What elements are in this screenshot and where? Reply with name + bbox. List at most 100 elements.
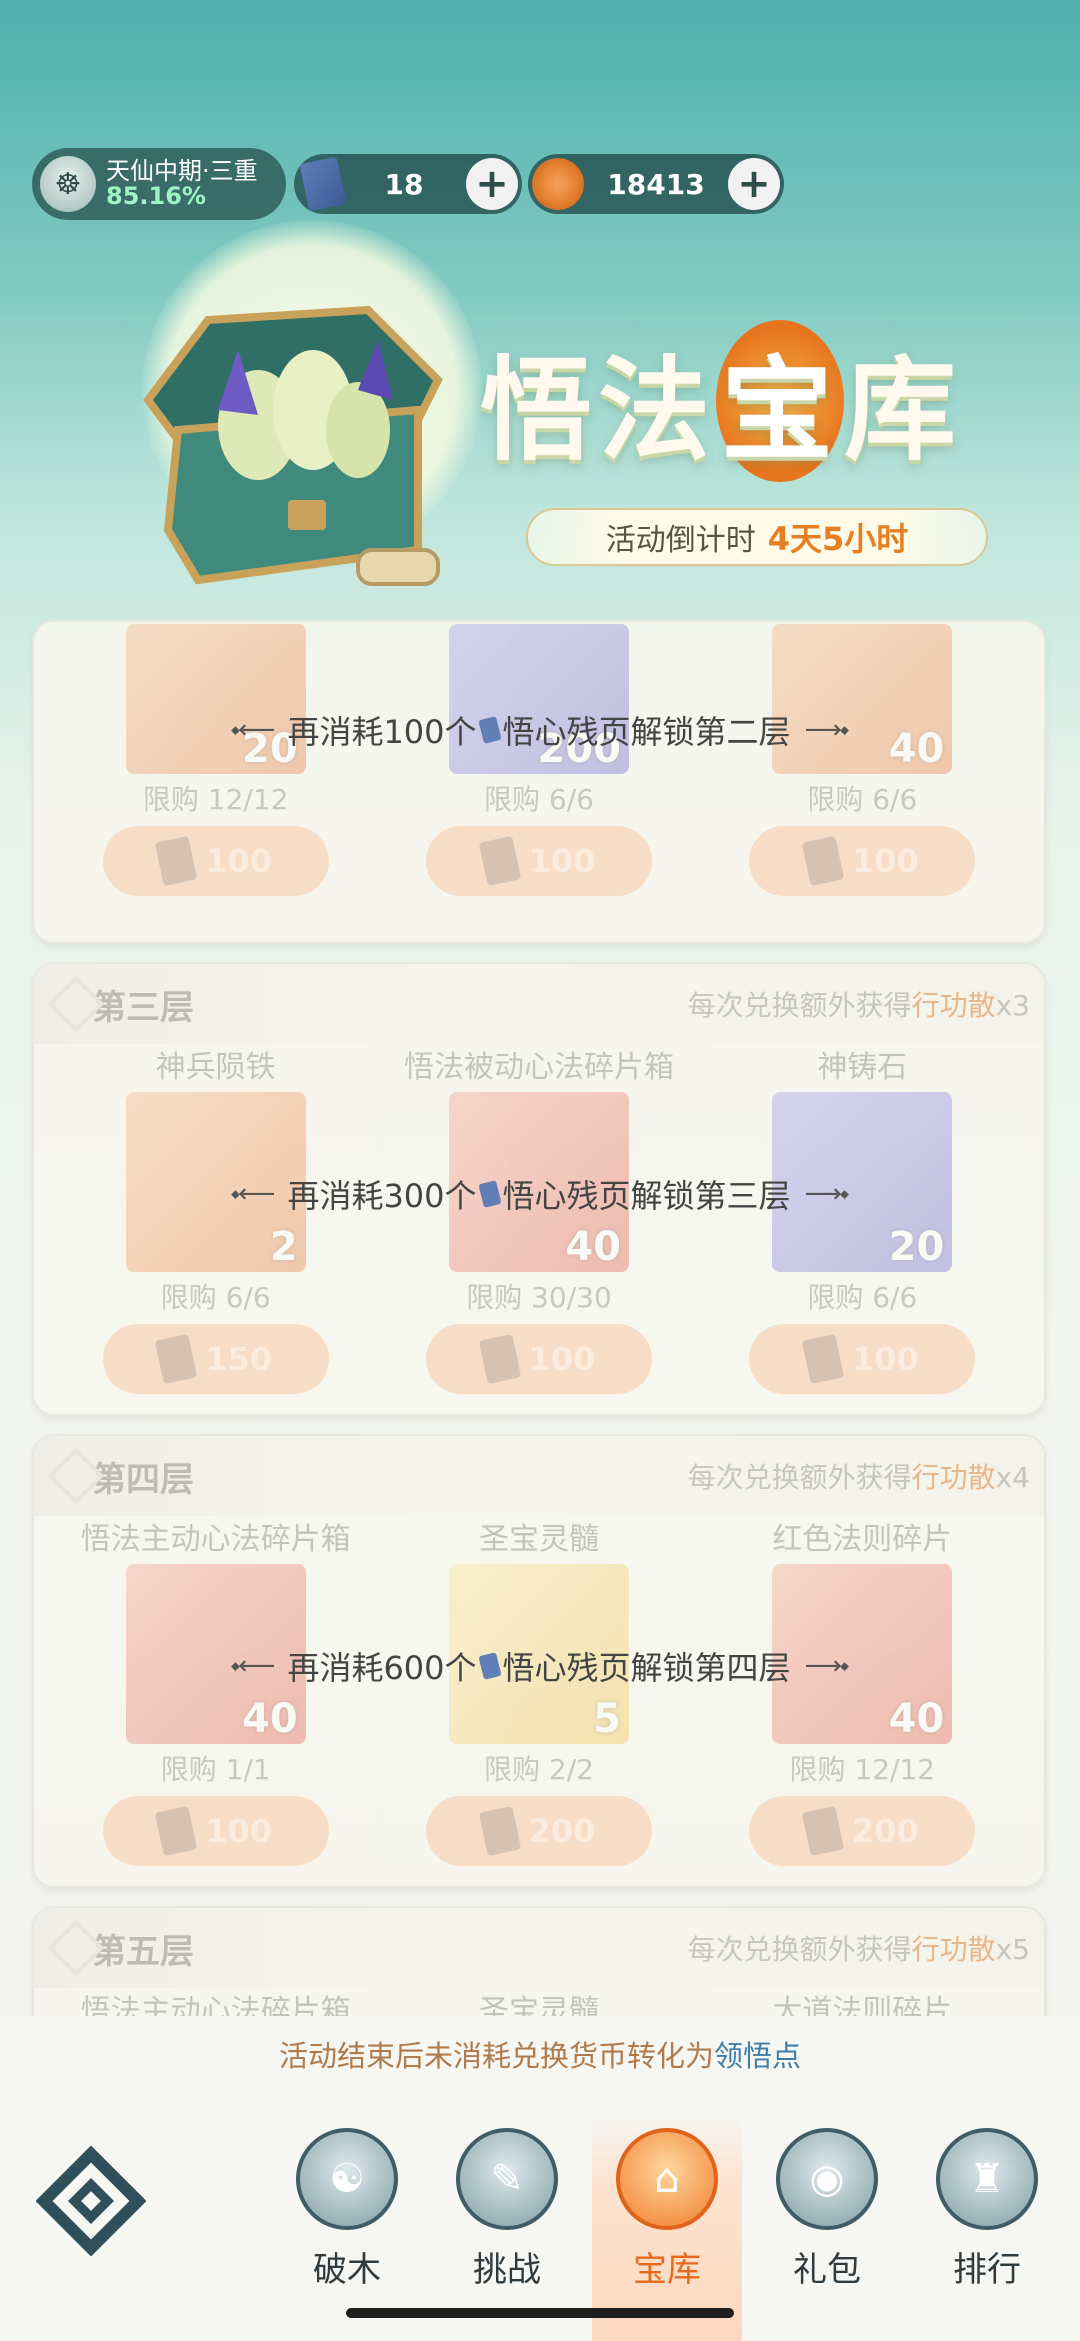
notice-highlight: 领悟点 <box>714 2039 802 2073</box>
bonus-item: 行功散 <box>911 1933 996 1966</box>
scroll-page-icon <box>477 1652 502 1680</box>
tier-card-3: 第三层 每次兑换额外获得行功散x3 神兵陨铁 2 限购 6/6 150 悟法被动… <box>32 962 1046 1416</box>
scroll-page-icon <box>155 1805 198 1857</box>
countdown-label: 活动倒计时 <box>605 523 756 558</box>
right-arrow-icon: ⟶⬩ <box>804 1650 850 1681</box>
bonus-text: 每次兑换额外获得 <box>687 1933 912 1966</box>
bonus-item: 行功散 <box>911 989 996 1022</box>
bonus-mult: x3 <box>995 989 1030 1022</box>
item-limit: 限购 12/12 <box>142 783 289 816</box>
item-count: 40 <box>241 1696 298 1742</box>
unlock-hint: ⬩⟵ 再消耗100个 悟心残页解锁第二层 ⟶⬩ <box>34 698 1044 762</box>
item-count: 20 <box>888 1224 945 1270</box>
add-jade-button[interactable]: + <box>466 158 518 210</box>
unlock-target: 悟心残页解锁第二层 <box>502 713 791 751</box>
unlock-cost: 再消耗100个 <box>287 713 477 751</box>
scroll-page-icon <box>478 1333 521 1385</box>
avatar: ☸ <box>40 156 96 212</box>
tab-label: 挑战 <box>473 2250 541 2290</box>
item-limit: 限购 6/6 <box>807 783 918 816</box>
item-name: 神兵陨铁 <box>155 1050 276 1085</box>
scroll-page-icon <box>478 1805 521 1857</box>
unlock-hint: ⬩⟵ 再消耗300个 悟心残页解锁第三层 ⟶⬩ <box>34 1162 1044 1226</box>
buy-button[interactable]: 100 <box>425 1324 652 1394</box>
warrior-icon: ☯ <box>296 2128 398 2230</box>
unlock-target: 悟心残页解锁第三层 <box>502 1177 791 1215</box>
buy-button[interactable]: 200 <box>425 1796 652 1866</box>
jade-count: 18 <box>384 167 424 201</box>
item-name: 红色法则碎片 <box>772 1522 953 1557</box>
tab-label: 宝库 <box>633 2250 701 2290</box>
treasury-icon: ⌂ <box>616 2128 718 2230</box>
buy-button[interactable]: 200 <box>749 1796 976 1866</box>
home-indicator[interactable] <box>346 2308 734 2318</box>
tier-bonus: 每次兑换额外获得行功散x3 <box>688 984 1030 1024</box>
left-arrow-icon: ⬩⟵ <box>230 1650 276 1681</box>
tab-label: 破木 <box>313 2250 381 2290</box>
item-limit: 限购 6/6 <box>160 1281 271 1314</box>
item-name: 悟法主动心法碎片箱 <box>80 1522 351 1557</box>
buy-button[interactable]: 100 <box>102 826 329 896</box>
tab-label: 礼包 <box>793 2250 861 2290</box>
right-arrow-icon: ⟶⬩ <box>804 1178 850 1209</box>
buy-price: 150 <box>205 1340 273 1378</box>
notice-text: 活动结束后未消耗兑换货币转化为 <box>278 2039 714 2073</box>
scroll-page-icon <box>155 1333 198 1385</box>
bottom-tab-bar: ☯ 破木 ✎ 挑战 ⌂ 宝库 ◉ 礼包 ♜ 排行 <box>0 2096 1080 2341</box>
event-countdown: 活动倒计时 4天5小时 <box>526 508 988 566</box>
countdown-value: 4天5小时 <box>767 520 909 558</box>
item-limit: 限购 6/6 <box>484 783 594 816</box>
buy-price: 100 <box>205 1812 273 1850</box>
scroll-icon: ✎ <box>456 2128 558 2230</box>
item-limit: 限购 12/12 <box>789 1753 936 1786</box>
coin-count: 18413 <box>607 167 705 201</box>
item-count: 5 <box>593 1696 621 1742</box>
tab-ranking[interactable]: ♜ 排行 <box>912 2116 1062 2341</box>
tier-card-4: 第四层 每次兑换额外获得行功散x4 悟法主动心法碎片箱 40 限购 1/1 10… <box>32 1434 1046 1888</box>
bonus-mult: x4 <box>995 1461 1030 1494</box>
buy-price: 100 <box>528 1340 596 1378</box>
buy-button[interactable]: 100 <box>749 826 976 896</box>
title-pre: 悟法 <box>480 345 716 476</box>
tier-bonus: 每次兑换额外获得行功散x4 <box>688 1456 1030 1496</box>
buy-price: 100 <box>528 842 596 880</box>
add-coin-button[interactable]: + <box>728 158 780 210</box>
ranking-icon: ♜ <box>936 2128 1038 2230</box>
coin-currency: 18413 + <box>528 154 784 214</box>
top-status-bar: ☸ 天仙中期·三重 85.16% 18 + 18413 + <box>32 148 1080 220</box>
item-limit: 限购 2/2 <box>484 1753 594 1786</box>
bonus-text: 每次兑换额外获得 <box>687 1461 912 1494</box>
left-arrow-icon: ⬩⟵ <box>230 714 276 745</box>
scroll-page-icon <box>801 835 845 887</box>
realm-progress: 85.16% <box>106 182 206 210</box>
buy-button[interactable]: 150 <box>102 1324 329 1394</box>
tier-bonus: 每次兑换额外获得行功散x5 <box>688 1928 1030 1968</box>
unlock-cost: 再消耗600个 <box>287 1649 477 1687</box>
spirit-coin-icon <box>532 158 584 210</box>
gift-icon: ◉ <box>776 2128 878 2230</box>
buy-button[interactable]: 100 <box>102 1796 329 1866</box>
item-name: 圣宝灵髓 <box>478 1522 599 1557</box>
buy-price: 200 <box>528 1812 596 1850</box>
unlock-hint: ⬩⟵ 再消耗600个 悟心残页解锁第四层 ⟶⬩ <box>34 1634 1044 1698</box>
item-name: 悟法被动心法碎片箱 <box>403 1050 674 1085</box>
buy-price: 100 <box>851 1340 919 1378</box>
realm-badge[interactable]: ☸ 天仙中期·三重 85.16% <box>32 148 286 220</box>
scroll-page-icon <box>801 1333 845 1385</box>
tier-name: 第三层 <box>92 987 194 1028</box>
buy-button[interactable]: 100 <box>425 826 652 896</box>
event-title: 悟法宝库 <box>480 320 962 482</box>
item-limit: 限购 6/6 <box>807 1281 918 1314</box>
scroll-page-icon <box>477 716 502 744</box>
realm-name: 天仙中期·三重 <box>106 156 258 185</box>
tab-gift[interactable]: ◉ 礼包 <box>752 2116 902 2341</box>
item-limit: 限购 1/1 <box>160 1753 271 1786</box>
treasure-chest-icon <box>143 305 443 586</box>
bonus-text: 每次兑换额外获得 <box>687 989 912 1022</box>
buy-button[interactable]: 100 <box>749 1324 976 1394</box>
scroll-page-icon <box>299 156 347 212</box>
buy-price: 100 <box>205 842 273 880</box>
game-logo-icon[interactable] <box>36 2146 146 2256</box>
scroll-page-icon <box>155 835 198 887</box>
tier-name: 第四层 <box>92 1459 194 1500</box>
